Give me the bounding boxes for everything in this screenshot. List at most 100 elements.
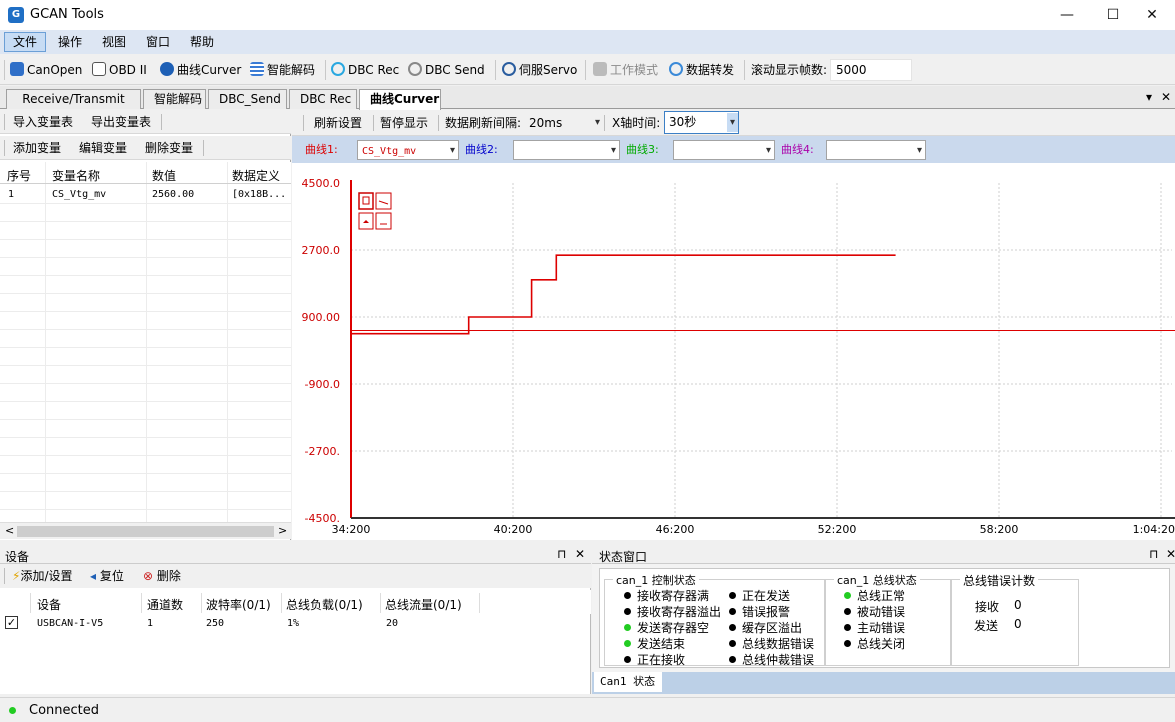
grid-line [0, 293, 291, 294]
dbc-send-label: DBC Send [425, 63, 485, 77]
grid-line [0, 275, 291, 276]
device-name[interactable]: USBCAN-I-V5 [37, 618, 103, 629]
add-variable-button[interactable]: 添加变量 [13, 140, 61, 156]
tx-error-value: 0 [1014, 617, 1022, 631]
toolbar-separator [373, 115, 374, 131]
column-header-index[interactable]: 序号 [7, 167, 31, 184]
pin-icon[interactable]: ⊓ [557, 547, 566, 561]
column-header-name[interactable]: 变量名称 [52, 167, 100, 184]
status-dot-icon [624, 624, 631, 631]
column-header-channels[interactable]: 通道数 [147, 596, 183, 613]
tab-curver[interactable]: 曲线Curver [359, 89, 441, 110]
delete-variable-button[interactable]: 删除变量 [145, 140, 193, 156]
device-checkbox[interactable]: ✓ [5, 616, 18, 629]
scroll-down-icon[interactable] [375, 212, 392, 230]
status-panel-close[interactable]: ✕ [1166, 547, 1175, 561]
decode-button[interactable]: 智能解码 [250, 61, 315, 79]
curve4-select[interactable]: ▾ [826, 140, 926, 160]
scroll-right-button[interactable]: > [278, 524, 287, 537]
column-header-traffic[interactable]: 总线流量(0/1) [385, 596, 462, 613]
menu-operate[interactable]: 操作 [50, 32, 90, 52]
variable-name[interactable]: CS_Vtg_mv [52, 189, 106, 200]
curve3-select[interactable]: ▾ [673, 140, 775, 160]
refresh-settings-button[interactable]: 刷新设置 [314, 115, 362, 131]
curve1-select[interactable]: CS_Vtg_mv ▾ [357, 140, 459, 160]
pin-icon[interactable]: ⊓ [1149, 547, 1158, 561]
export-table-button[interactable]: 导出变量表 [91, 114, 151, 130]
column-header-value[interactable]: 数值 [152, 167, 176, 184]
variable-index[interactable]: 1 [8, 189, 14, 200]
zoom-fit-icon[interactable] [358, 192, 374, 210]
tab-list-dropdown[interactable]: ▾ [1146, 90, 1152, 104]
control-status-title: can_1 控制状态 [613, 572, 699, 588]
scroll-left-button[interactable]: < [5, 524, 14, 537]
menu-window[interactable]: 窗口 [138, 32, 178, 52]
control-status-group: can_1 控制状态 接收寄存器满 接收寄存器溢出 发送寄存器空 发送结束 正在接收 正… [604, 572, 825, 668]
scrollbar-thumb[interactable] [17, 526, 274, 537]
grid-line [0, 365, 291, 366]
minimize-button[interactable]: — [1044, 0, 1090, 30]
reset-device-button[interactable]: ◂ 复位 [90, 568, 124, 584]
chevron-down-icon: ▾ [610, 145, 616, 156]
window-title: GCAN Tools [30, 7, 104, 22]
curve2-select[interactable]: ▾ [513, 140, 620, 160]
device-panel-close[interactable]: ✕ [575, 547, 585, 561]
tab-decode[interactable]: 智能解码 [143, 89, 206, 109]
servo-button[interactable]: 伺服Servo [502, 61, 577, 79]
toolbar-separator [161, 114, 162, 130]
x-tick-label: 1:04:20 [1133, 523, 1175, 536]
grid-line [0, 437, 291, 438]
device-load[interactable]: 1% [287, 618, 299, 629]
column-header-device[interactable]: 设备 [37, 596, 61, 613]
work-mode-button[interactable]: 工作模式 [593, 61, 658, 79]
variable-table-scrollbar[interactable]: < > [0, 522, 291, 539]
device-traffic[interactable]: 20 [386, 618, 398, 629]
edit-variable-button[interactable]: 编辑变量 [79, 140, 127, 156]
x-tick-label: 52:200 [818, 523, 857, 536]
curve4-label: 曲线4: [781, 143, 814, 156]
connection-status-icon [9, 707, 16, 714]
tab-can1-status[interactable]: Can1 状态 [594, 672, 662, 692]
grid-line [0, 401, 291, 402]
column-header-baud[interactable]: 波特率(0/1) [206, 596, 271, 613]
menu-view[interactable]: 视图 [94, 32, 134, 52]
canopen-button[interactable]: CanOpen [10, 61, 82, 79]
pause-display-button[interactable]: 暂停显示 [380, 115, 428, 131]
obd-button[interactable]: OBD II [92, 61, 147, 79]
dbc-send-button[interactable]: DBC Send [408, 61, 485, 79]
tab-close-button[interactable]: ✕ [1161, 90, 1171, 104]
status-item-label: 发送结束 [637, 637, 686, 651]
add-device-button[interactable]: ⚡添加/设置 [12, 568, 72, 584]
device-baud[interactable]: 250 [206, 618, 224, 629]
tab-receive-transmit[interactable]: Receive/Transmit [6, 89, 141, 109]
grid-line [0, 419, 291, 420]
xaxis-time-value: 30秒 [669, 115, 697, 129]
curve-plot[interactable]: 4500.02700.0900.00-900.0-2700.-4500. 34:… [292, 164, 1175, 540]
variable-value[interactable]: 2560.00 [152, 189, 194, 200]
column-header-definition[interactable]: 数据定义 [232, 167, 280, 184]
dbc-rec-button[interactable]: DBC Rec [331, 61, 399, 79]
device-channels[interactable]: 1 [147, 618, 153, 629]
import-table-button[interactable]: 导入变量表 [13, 114, 73, 130]
xaxis-time-select[interactable]: 30秒 ▾ [664, 111, 739, 134]
status-dot-icon [729, 656, 736, 663]
interval-select[interactable]: 20ms ▾ [529, 115, 603, 131]
menu-help[interactable]: 帮助 [182, 32, 222, 52]
tab-dbc-send[interactable]: DBC_Send [208, 89, 287, 109]
can-status-box: can_1 控制状态 接收寄存器满 接收寄存器溢出 发送寄存器空 发送结束 正在接收 正… [599, 568, 1170, 668]
curver-button[interactable]: 曲线Curver [160, 61, 241, 79]
status-item-label: 主动错误 [857, 621, 906, 635]
column-header-load[interactable]: 总线负载(0/1) [286, 596, 363, 613]
forward-button[interactable]: 数据转发 [669, 61, 734, 79]
tab-dbc-rec[interactable]: DBC Rec [289, 89, 357, 109]
status-item: 正在接收 [624, 651, 685, 668]
status-item-label: 被动错误 [857, 605, 906, 619]
menu-file[interactable]: 文件 [4, 32, 47, 52]
delete-device-button[interactable]: ⊗ 删除 [143, 568, 181, 584]
variable-definition[interactable]: [0x18B... [232, 189, 286, 200]
close-button[interactable]: ✕ [1129, 0, 1175, 30]
y-axis-ticks: 4500.02700.0900.00-900.0-2700.-4500. [302, 177, 341, 525]
frames-count-input[interactable]: 5000 [830, 59, 912, 81]
zoom-in-icon[interactable] [375, 192, 392, 210]
curve3-label: 曲线3: [626, 143, 659, 156]
